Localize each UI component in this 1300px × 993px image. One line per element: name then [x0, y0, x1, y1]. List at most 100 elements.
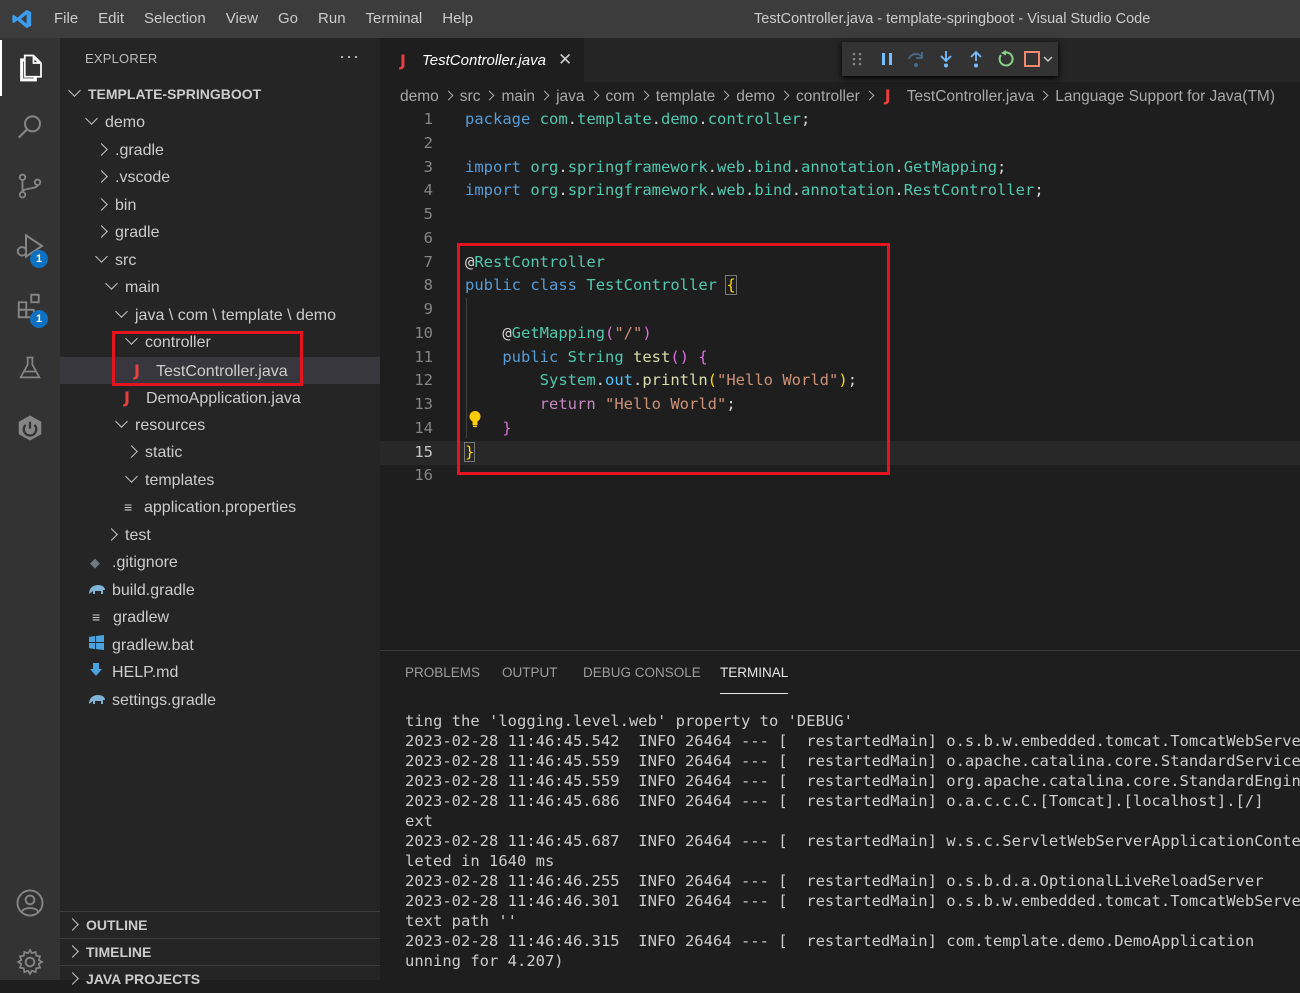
tree-label: demo	[105, 114, 146, 131]
tree-item-resources[interactable]: resources	[60, 412, 380, 439]
source-control-icon[interactable]	[0, 158, 60, 214]
tree-item-gradlew[interactable]: ≡ gradlew	[60, 604, 380, 631]
breadcrumb-item[interactable]: TestController.java	[907, 88, 1035, 105]
menu-terminal[interactable]: Terminal	[356, 0, 433, 38]
tree-item-build-gradle[interactable]: build.gradle	[60, 577, 380, 604]
line-number: 4	[423, 181, 433, 199]
line-number: 6	[423, 229, 433, 247]
explorer-title: EXPLORER	[85, 51, 158, 66]
menu-edit[interactable]: Edit	[88, 0, 134, 38]
section-label: TIMELINE	[86, 944, 152, 960]
breadcrumb-item[interactable]: template	[656, 88, 715, 105]
code-line: package com.template.demo.controller;	[465, 110, 811, 128]
tree-item-help-md[interactable]: HELP.md	[60, 659, 380, 686]
tree-item-demo[interactable]: demo	[60, 109, 380, 136]
step-over-icon[interactable]	[902, 42, 932, 76]
terminal-line: 2023-02-28 11:46:45.559 INFO 26464 --- […	[405, 752, 1300, 770]
code-line: import org.springframework.web.bind.anno…	[465, 158, 1007, 176]
menu-run[interactable]: Run	[308, 0, 356, 38]
breadcrumb-item[interactable]: demo	[736, 88, 775, 105]
vscode-logo-icon	[0, 0, 44, 38]
line-number: 1	[423, 110, 433, 128]
tab-terminal[interactable]: TERMINAL	[720, 665, 789, 694]
spring-boot-dashboard-icon[interactable]	[0, 400, 60, 456]
tab-debug-console[interactable]: DEBUG CONSOLE	[583, 665, 701, 693]
tab-testcontroller[interactable]: J TestController.java ✕	[380, 38, 584, 82]
tab-problems[interactable]: PROBLEMS	[405, 665, 480, 693]
tree-item-bin[interactable]: bin	[60, 192, 380, 219]
tree-item-gradlew-bat[interactable]: gradlew.bat	[60, 632, 380, 659]
more-actions-icon[interactable]: ···	[339, 46, 360, 67]
tree-item-settings-gradle[interactable]: settings.gradle	[60, 687, 380, 714]
breadcrumb-item[interactable]: main	[501, 88, 535, 105]
line-number: 13	[414, 395, 433, 413]
tree-item-application-properties[interactable]: ≡ application.properties	[60, 494, 380, 521]
explorer-activity-icon[interactable]	[0, 40, 60, 96]
step-into-icon[interactable]	[931, 42, 961, 76]
terminal-output[interactable]: ting the 'logging.level.web' property to…	[405, 711, 1300, 971]
accounts-icon[interactable]	[0, 875, 60, 931]
tree-item-templates[interactable]: templates	[60, 467, 380, 494]
terminal-line: text path ''	[405, 912, 517, 930]
breadcrumb-item[interactable]: controller	[796, 88, 860, 105]
extensions-icon[interactable]: 1	[0, 278, 60, 334]
settings-gear-icon[interactable]	[0, 934, 60, 990]
line-number: 12	[414, 371, 433, 389]
outline-section[interactable]: OUTLINE	[60, 911, 380, 939]
breadcrumb-item[interactable]: demo	[400, 88, 439, 105]
tree-label: java \ com \ template \ demo	[135, 307, 336, 324]
breadcrumb-item[interactable]: java	[556, 88, 584, 105]
run-debug-badge: 1	[30, 250, 48, 268]
breadcrumb-item[interactable]: Language Support for Java(TM)	[1055, 88, 1275, 105]
breadcrumb-item[interactable]: src	[460, 88, 481, 105]
tree-label: .gradle	[115, 142, 164, 159]
close-icon[interactable]: ✕	[558, 50, 572, 70]
tree-item-gradle-dir[interactable]: .gradle	[60, 137, 380, 164]
step-out-icon[interactable]	[961, 42, 991, 76]
line-number: 2	[423, 134, 433, 152]
tree-label: templates	[145, 472, 215, 489]
tree-label: .gitignore	[112, 554, 178, 571]
debug-toolbar	[842, 42, 1058, 76]
testing-flask-icon[interactable]	[0, 340, 60, 396]
drag-handle-icon[interactable]	[842, 42, 872, 76]
run-debug-icon[interactable]: 1	[0, 218, 60, 274]
tree-item-gradle[interactable]: gradle	[60, 219, 380, 246]
line-number: 9	[423, 300, 433, 318]
tree-item-test[interactable]: test	[60, 522, 380, 549]
explorer-root-folder[interactable]: TEMPLATE-SPRINGBOOT	[60, 81, 380, 108]
section-label: JAVA PROJECTS	[86, 971, 201, 987]
menu-help[interactable]: Help	[432, 0, 483, 38]
tree-item-gitignore[interactable]: ◆ .gitignore	[60, 549, 380, 576]
explorer-sidebar: EXPLORER ··· TEMPLATE-SPRINGBOOT demo .g…	[60, 38, 380, 987]
tree-item-vscode[interactable]: .vscode	[60, 164, 380, 191]
editor-area: J TestController.java ✕ demo src main java c…	[380, 38, 1300, 650]
tree-item-src[interactable]: src	[60, 247, 380, 274]
search-activity-icon[interactable]	[0, 99, 60, 155]
tree-item-demoapplication[interactable]: J DemoApplication.java	[60, 384, 380, 411]
tab-output[interactable]: OUTPUT	[502, 665, 558, 693]
tree-item-static[interactable]: static	[60, 439, 380, 466]
java-projects-section[interactable]: JAVA PROJECTS	[60, 965, 380, 993]
stop-icon[interactable]	[1021, 42, 1058, 76]
pause-icon[interactable]	[872, 42, 902, 76]
java-file-icon: J	[884, 86, 891, 105]
menu-selection[interactable]: Selection	[134, 0, 216, 38]
menu-file[interactable]: File	[44, 0, 88, 38]
line-number: 11	[414, 348, 433, 366]
gradle-elephant-icon	[88, 687, 106, 714]
tree-label: build.gradle	[112, 582, 195, 599]
menu-view[interactable]: View	[216, 0, 268, 38]
tree-item-main[interactable]: main	[60, 274, 380, 301]
code-line: import org.springframework.web.bind.anno…	[465, 181, 1044, 199]
git-file-icon: ◆	[90, 555, 100, 570]
tree-item-java-package[interactable]: java \ com \ template \ demo	[60, 302, 380, 329]
window-title: TestController.java - template-springboo…	[754, 11, 1151, 27]
terminal-line: unning for 4.207)	[405, 952, 564, 970]
bottom-panel: PROBLEMS OUTPUT DEBUG CONSOLE TERMINAL t…	[380, 650, 1300, 981]
breadcrumb-item[interactable]: com	[606, 88, 635, 105]
tree-label: src	[115, 252, 137, 269]
menu-go[interactable]: Go	[268, 0, 308, 38]
timeline-section[interactable]: TIMELINE	[60, 938, 380, 966]
restart-icon[interactable]	[991, 42, 1021, 76]
